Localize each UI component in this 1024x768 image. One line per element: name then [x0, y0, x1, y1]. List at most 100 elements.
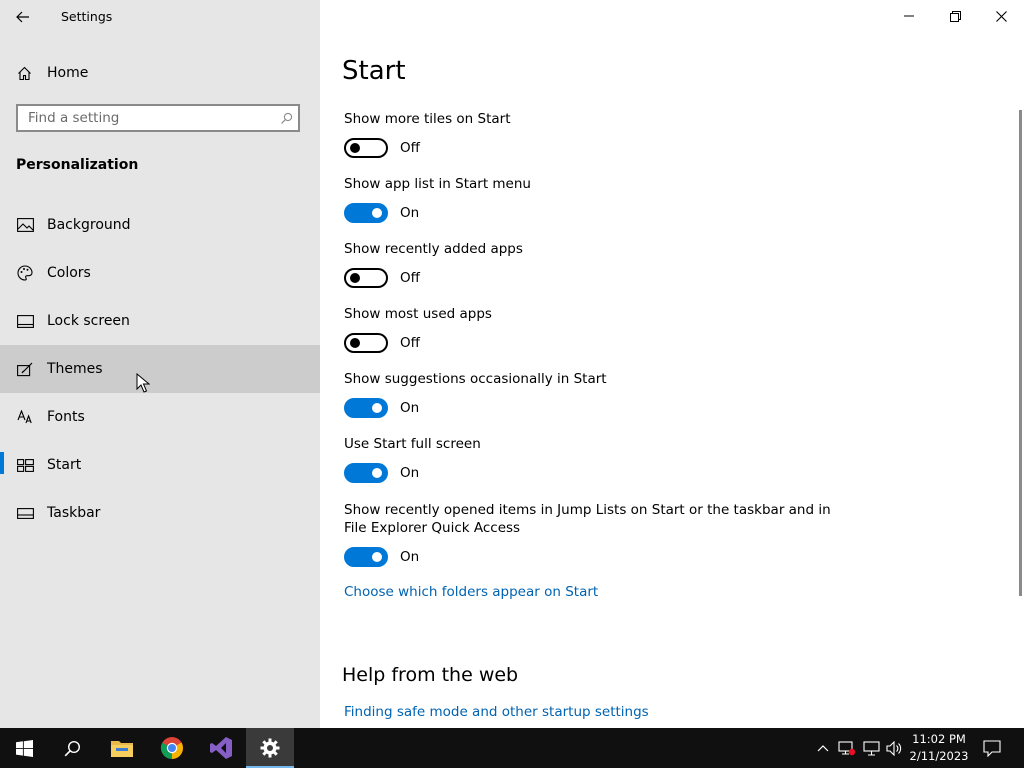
- tray-network[interactable]: [860, 728, 882, 768]
- close-button[interactable]: [978, 0, 1024, 32]
- start-icon: [16, 457, 34, 473]
- setting-label: Show suggestions occasionally in Start: [344, 371, 607, 387]
- show-suggestions-toggle[interactable]: [344, 398, 388, 418]
- start-full-screen-toggle-row: On: [344, 463, 419, 483]
- mouse-cursor-icon: [136, 372, 151, 397]
- taskbar-clock[interactable]: 11:02 PM 2/11/2023: [904, 731, 974, 765]
- show-most-used-toggle[interactable]: [344, 333, 388, 353]
- home-nav-item[interactable]: Home: [0, 56, 320, 90]
- setting-label: Show most used apps: [344, 306, 492, 322]
- action-center-icon: [983, 739, 1001, 757]
- font-icon: [16, 409, 34, 425]
- setting-label: Show app list in Start menu: [344, 176, 531, 192]
- taskbar-settings[interactable]: [246, 728, 294, 768]
- taskbar-chrome[interactable]: [148, 728, 196, 768]
- sidebar-item-label: Lock screen: [47, 313, 130, 329]
- toggle-state-label: Off: [400, 335, 420, 351]
- sidebar-item-start[interactable]: Start: [0, 441, 320, 489]
- sidebar-item-label: Background: [47, 217, 131, 233]
- maximize-button[interactable]: [932, 0, 978, 32]
- help-section-title: Help from the web: [342, 664, 519, 686]
- toggle-knob: [350, 143, 360, 153]
- toggle-state-label: On: [400, 465, 420, 481]
- show-more-tiles-toggle[interactable]: [344, 138, 388, 158]
- sidebar-item-lock-screen[interactable]: Lock screen: [0, 297, 320, 345]
- settings-gear-icon: [260, 738, 280, 758]
- sidebar: Settings Home Personalization Background…: [0, 0, 320, 728]
- file-explorer-icon: [111, 741, 133, 757]
- toggle-state-label: On: [400, 549, 420, 565]
- toggle-state-label: On: [400, 400, 420, 416]
- tray-network-warning[interactable]: [836, 728, 858, 768]
- taskbar: 11:02 PM 2/11/2023: [0, 728, 1024, 768]
- scrollbar[interactable]: [1019, 110, 1022, 596]
- toggle-state-label: Off: [400, 140, 420, 156]
- show-recently-added-toggle[interactable]: [344, 268, 388, 288]
- taskbar-search-button[interactable]: [48, 728, 96, 768]
- minimize-button[interactable]: [886, 0, 932, 32]
- show-hidden-icons-button[interactable]: [812, 728, 834, 768]
- chrome-icon: [160, 737, 183, 759]
- setting-label-line: Show recently opened items in Jump Lists…: [344, 502, 831, 518]
- show-recently-added-toggle-row: Off: [344, 268, 420, 288]
- toggle-knob: [372, 208, 382, 218]
- toggle-knob: [372, 468, 382, 478]
- picture-icon: [16, 217, 34, 233]
- sidebar-item-colors[interactable]: Colors: [0, 249, 320, 297]
- clock-date: 2/11/2023: [909, 749, 969, 763]
- network-icon: [862, 740, 880, 756]
- safe-mode-help-link[interactable]: Finding safe mode and other startup sett…: [344, 704, 649, 720]
- search-input[interactable]: [18, 110, 274, 126]
- jump-lists-toggle-row: On: [344, 547, 419, 567]
- sidebar-item-label: Start: [47, 457, 82, 473]
- app-title: Settings: [61, 9, 113, 24]
- action-center-button[interactable]: [976, 728, 1008, 768]
- search-box[interactable]: [16, 104, 300, 132]
- page-title: Start: [342, 56, 406, 86]
- search-icon: [64, 740, 80, 756]
- home-label: Home: [47, 65, 89, 81]
- palette-icon: [16, 265, 34, 281]
- setting-label: Use Start full screen: [344, 436, 481, 452]
- start-full-screen-toggle[interactable]: [344, 463, 388, 483]
- sidebar-item-label: Themes: [47, 361, 103, 377]
- toggle-state-label: On: [400, 205, 420, 221]
- sidebar-item-taskbar[interactable]: Taskbar: [0, 489, 320, 537]
- back-button[interactable]: [6, 4, 40, 30]
- toggle-knob: [372, 552, 382, 562]
- show-most-used-toggle-row: Off: [344, 333, 420, 353]
- sidebar-item-themes[interactable]: Themes: [0, 345, 320, 393]
- sidebar-item-label: Colors: [47, 265, 91, 281]
- sidebar-item-background[interactable]: Background: [0, 201, 320, 249]
- sidebar-item-label: Fonts: [47, 409, 85, 425]
- back-arrow-icon: [16, 11, 29, 23]
- setting-label: Show recently added apps: [344, 241, 523, 257]
- chevron-up-icon: [817, 745, 829, 752]
- restore-icon: [949, 10, 961, 22]
- search-icon[interactable]: [274, 112, 298, 125]
- taskbar-file-explorer[interactable]: [98, 728, 146, 768]
- setting-label: Show recently opened items in Jump Lists…: [344, 501, 831, 537]
- show-suggestions-toggle-row: On: [344, 398, 419, 418]
- choose-folders-link[interactable]: Choose which folders appear on Start: [344, 584, 598, 600]
- brush-icon: [16, 361, 34, 377]
- show-more-tiles-toggle-row: Off: [344, 138, 420, 158]
- sidebar-item-fonts[interactable]: Fonts: [0, 393, 320, 441]
- setting-label-line: File Explorer Quick Access: [344, 520, 521, 536]
- taskbar-visual-studio[interactable]: [197, 728, 245, 768]
- volume-icon: [885, 740, 901, 756]
- clock-time: 11:02 PM: [912, 732, 966, 746]
- toggle-knob: [350, 338, 360, 348]
- network-warning-icon: [838, 741, 856, 756]
- start-button[interactable]: [0, 728, 48, 768]
- show-app-list-toggle-row: On: [344, 203, 419, 223]
- show-app-list-toggle[interactable]: [344, 203, 388, 223]
- tray-volume[interactable]: [883, 728, 905, 768]
- toggle-knob: [372, 403, 382, 413]
- selected-indicator: [0, 452, 4, 474]
- lock-screen-icon: [16, 313, 34, 329]
- toggle-state-label: Off: [400, 270, 420, 286]
- jump-lists-toggle[interactable]: [344, 547, 388, 567]
- toggle-knob: [350, 273, 360, 283]
- sidebar-item-label: Taskbar: [47, 505, 101, 521]
